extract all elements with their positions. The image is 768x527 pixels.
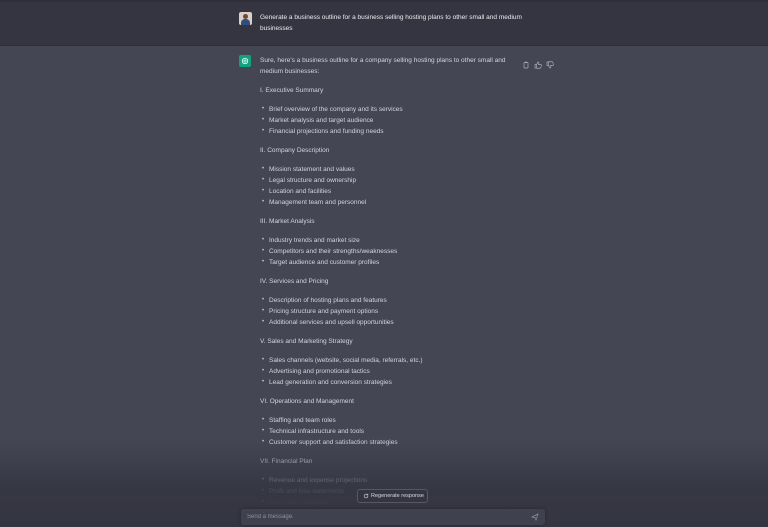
list-item: Financial projections and funding needs <box>260 126 515 137</box>
section-bullet-list: Industry trends and market sizeCompetito… <box>260 235 515 268</box>
list-item: Management team and personnel <box>260 197 515 208</box>
section-bullet-list: Sales channels (website, social media, r… <box>260 355 515 388</box>
list-item: Mission statement and values <box>260 164 515 175</box>
section-title: I. Executive Summary <box>260 87 324 94</box>
message-composer <box>241 509 545 525</box>
list-item: Customer support and satisfaction strate… <box>260 437 515 448</box>
section-title: II. Company Description <box>260 147 330 154</box>
list-item: Sales channels (website, social media, r… <box>260 355 515 366</box>
list-item: Staffing and team roles <box>260 415 515 426</box>
list-item: Market analysis and target audience <box>260 115 515 126</box>
section-title: V. Sales and Marketing Strategy <box>260 338 353 345</box>
section-title: IV. Services and Pricing <box>260 278 329 285</box>
list-item: Description of hosting plans and feature… <box>260 295 515 306</box>
openai-logo-icon <box>241 57 249 65</box>
section-title: VI. Operations and Management <box>260 398 354 405</box>
user-message: Generate a business outline for a busine… <box>0 2 768 46</box>
list-item: Revenue and expense projections <box>260 475 515 486</box>
outline-sections: I. Executive Summary Brief overview of th… <box>260 85 515 508</box>
section-bullet-list: Staffing and team rolesTechnical infrast… <box>260 415 515 448</box>
user-avatar <box>239 12 252 25</box>
list-item: Location and facilities <box>260 186 515 197</box>
thumbs-up-icon[interactable] <box>534 56 542 69</box>
message-input[interactable] <box>247 511 517 523</box>
section-title: VII. Financial Plan <box>260 458 313 465</box>
list-item: Legal structure and ownership <box>260 175 515 186</box>
response-intro: Sure, here's a business outline for a co… <box>260 57 506 75</box>
list-item: Pricing structure and payment options <box>260 306 515 317</box>
list-item: Technical infrastructure and tools <box>260 426 515 437</box>
regenerate-label: Regenerate response <box>371 493 424 499</box>
section-title: III. Market Analysis <box>260 218 315 225</box>
list-item: Brief overview of the company and its se… <box>260 104 515 115</box>
send-icon[interactable] <box>531 513 539 521</box>
section-bullet-list: Description of hosting plans and feature… <box>260 295 515 328</box>
regenerate-response-button[interactable]: Regenerate response <box>357 489 428 503</box>
list-item: Advertising and promotional tactics <box>260 366 515 377</box>
section-bullet-list: Brief overview of the company and its se… <box>260 104 515 137</box>
assistant-response: Sure, here's a business outline for a co… <box>260 55 515 516</box>
copy-icon[interactable] <box>522 56 530 69</box>
assistant-avatar <box>239 55 251 67</box>
list-item: Additional services and upsell opportuni… <box>260 317 515 328</box>
refresh-icon <box>363 493 369 499</box>
section-bullet-list: Mission statement and valuesLegal struct… <box>260 164 515 208</box>
list-item: Competitors and their strengths/weakness… <box>260 246 515 257</box>
message-actions <box>522 56 554 69</box>
user-message-text: Generate a business outline for a busine… <box>260 14 522 32</box>
thumbs-down-icon[interactable] <box>546 56 554 69</box>
list-item: Lead generation and conversion strategie… <box>260 377 515 388</box>
list-item: Industry trends and market size <box>260 235 515 246</box>
list-item: Target audience and customer profiles <box>260 257 515 268</box>
